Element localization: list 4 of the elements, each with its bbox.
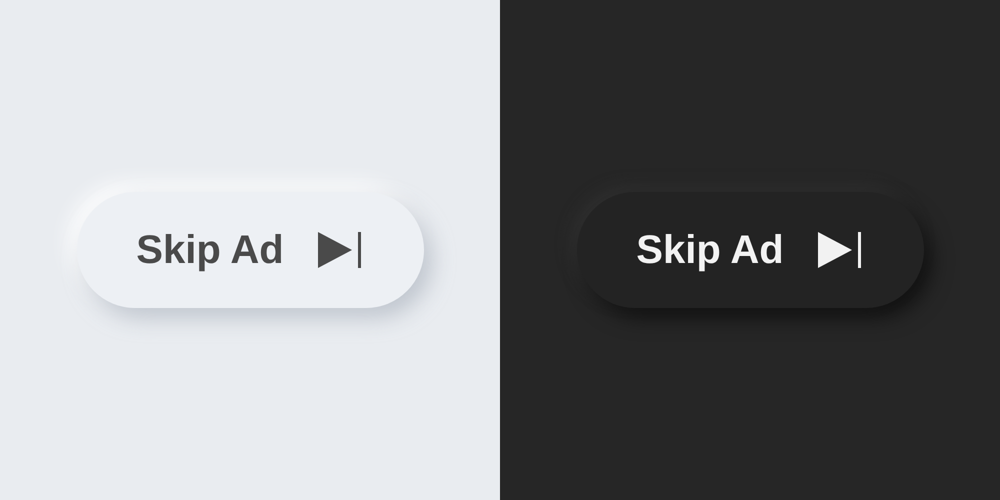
skip-icon xyxy=(316,229,364,271)
skip-icon xyxy=(816,229,864,271)
skip-ad-button[interactable]: Skip Ad xyxy=(76,192,424,308)
skip-ad-button[interactable]: Skip Ad xyxy=(576,192,924,308)
